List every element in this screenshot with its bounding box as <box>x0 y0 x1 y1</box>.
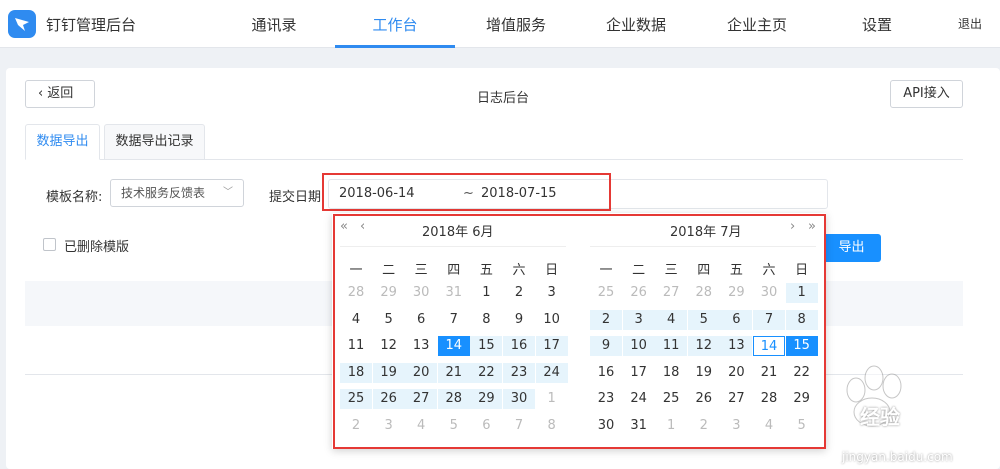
template-select[interactable]: 技术服务反馈表 ﹀ <box>110 179 244 207</box>
date-label: 提交日期: <box>269 190 326 205</box>
chevron-down-icon: ﹀ <box>223 187 233 198</box>
nav-item-enterprise-home[interactable]: 企业主页 <box>697 14 817 35</box>
nav-item-contacts[interactable]: 通讯录 <box>214 14 334 35</box>
nav-item-settings[interactable]: 设置 <box>817 14 937 35</box>
page-title: 日志后台 <box>476 91 529 106</box>
template-label: 模板名称: <box>46 190 103 205</box>
logout-link[interactable]: 退出 <box>958 15 982 32</box>
tab-export-records[interactable]: 数据导出记录 <box>104 124 205 160</box>
brand-name: 钉钉管理后台 <box>46 16 137 34</box>
baidu-paw-watermark-icon <box>846 365 902 427</box>
nav-item-enterprise-data[interactable]: 企业数据 <box>576 14 696 35</box>
dingtalk-logo-icon <box>8 10 36 38</box>
deleted-templates-label: 已删除模版 <box>64 240 130 255</box>
nav-item-value-services[interactable]: 增值服务 <box>456 14 576 35</box>
template-select-value: 技术服务反馈表 <box>121 186 206 200</box>
api-access-button[interactable]: API接入 <box>890 80 963 108</box>
highlight-date-input <box>322 173 611 211</box>
tab-data-export[interactable]: 数据导出 <box>25 124 100 160</box>
highlight-calendar <box>333 214 826 449</box>
nav-item-workbench[interactable]: 工作台 <box>335 14 455 35</box>
export-button[interactable]: 导出 <box>822 234 881 262</box>
watermark-text: 经验 <box>860 405 900 429</box>
nav-active-indicator <box>335 45 455 48</box>
deleted-templates-checkbox[interactable] <box>43 238 56 251</box>
watermark-url: jingyan.baidu.com <box>842 450 953 464</box>
top-navigation: 钉钉管理后台 通讯录 工作台 增值服务 企业数据 企业主页 设置 退出 <box>0 0 1000 48</box>
